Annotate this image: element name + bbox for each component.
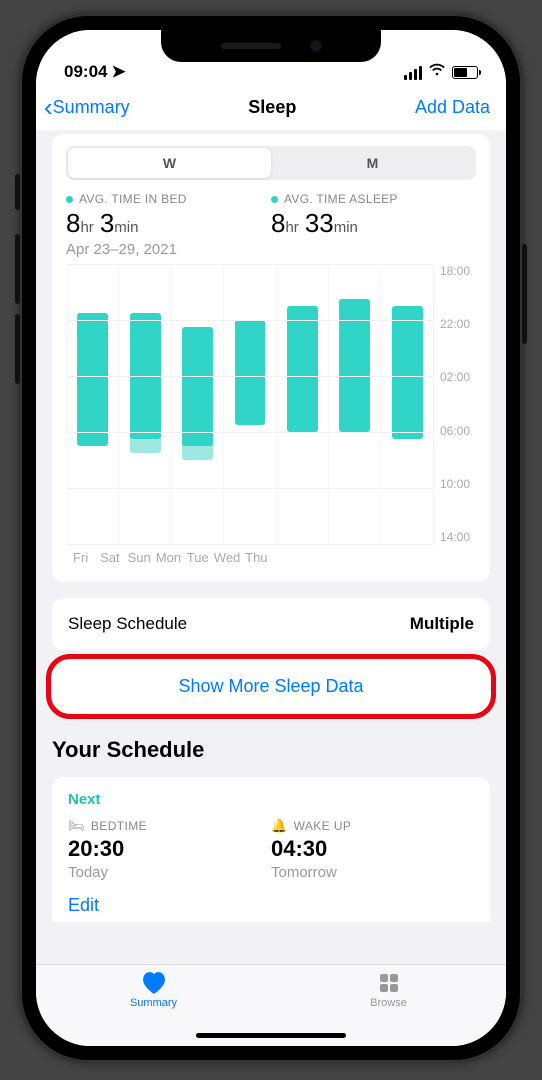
heart-icon	[140, 971, 168, 995]
annotation-highlight: Show More Sleep Data	[52, 660, 490, 713]
wifi-icon	[428, 63, 446, 82]
segment-week[interactable]: W	[68, 148, 271, 178]
next-schedule-card[interactable]: Next 🛏BEDTIME 20:30 Today 🔔WAKE UP 04:30…	[52, 777, 490, 922]
x-axis: FriSatSunMonTueWedThu	[66, 544, 476, 570]
next-label: Next	[68, 791, 474, 808]
sleep-summary-card: W M AVG. TIME IN BED 8hr3min AVG. TIME A…	[52, 134, 490, 582]
cell-signal-icon	[404, 66, 422, 80]
nav-bar: ‹ Summary Sleep Add Data	[36, 86, 506, 130]
bell-icon: 🔔	[271, 818, 288, 834]
bed-icon: 🛏	[68, 818, 85, 834]
stat-time-asleep: AVG. TIME ASLEEP 8hr33min	[271, 192, 476, 239]
show-more-sleep-data-button[interactable]: Show More Sleep Data	[52, 660, 490, 713]
segment-month[interactable]: M	[271, 148, 474, 178]
wake-up: 🔔WAKE UP 04:30 Tomorrow	[271, 818, 474, 881]
battery-icon	[452, 66, 478, 79]
dot-icon	[271, 196, 278, 203]
bedtime: 🛏BEDTIME 20:30 Today	[68, 818, 271, 881]
add-data-button[interactable]: Add Data	[415, 97, 490, 118]
period-segmented[interactable]: W M	[66, 146, 476, 180]
back-button[interactable]: ‹ Summary	[44, 94, 130, 120]
stat-time-in-bed: AVG. TIME IN BED 8hr3min	[66, 192, 271, 239]
location-icon: ➤	[111, 62, 125, 82]
clock: 09:04	[64, 62, 107, 82]
dot-icon	[66, 196, 73, 203]
home-indicator[interactable]	[196, 1033, 346, 1038]
date-range: Apr 23–29, 2021	[66, 241, 476, 258]
sleep-chart[interactable]: 18:0022:0002:0006:0010:0014:00	[66, 264, 476, 544]
grid-icon	[375, 971, 403, 995]
your-schedule-heading: Your Schedule	[52, 737, 490, 763]
back-label: Summary	[53, 97, 130, 118]
edit-schedule-button[interactable]: Edit	[68, 895, 474, 916]
sleep-schedule-row[interactable]: Sleep Schedule Multiple	[52, 598, 490, 650]
chevron-left-icon: ‹	[44, 94, 53, 120]
page-title: Sleep	[248, 97, 296, 118]
